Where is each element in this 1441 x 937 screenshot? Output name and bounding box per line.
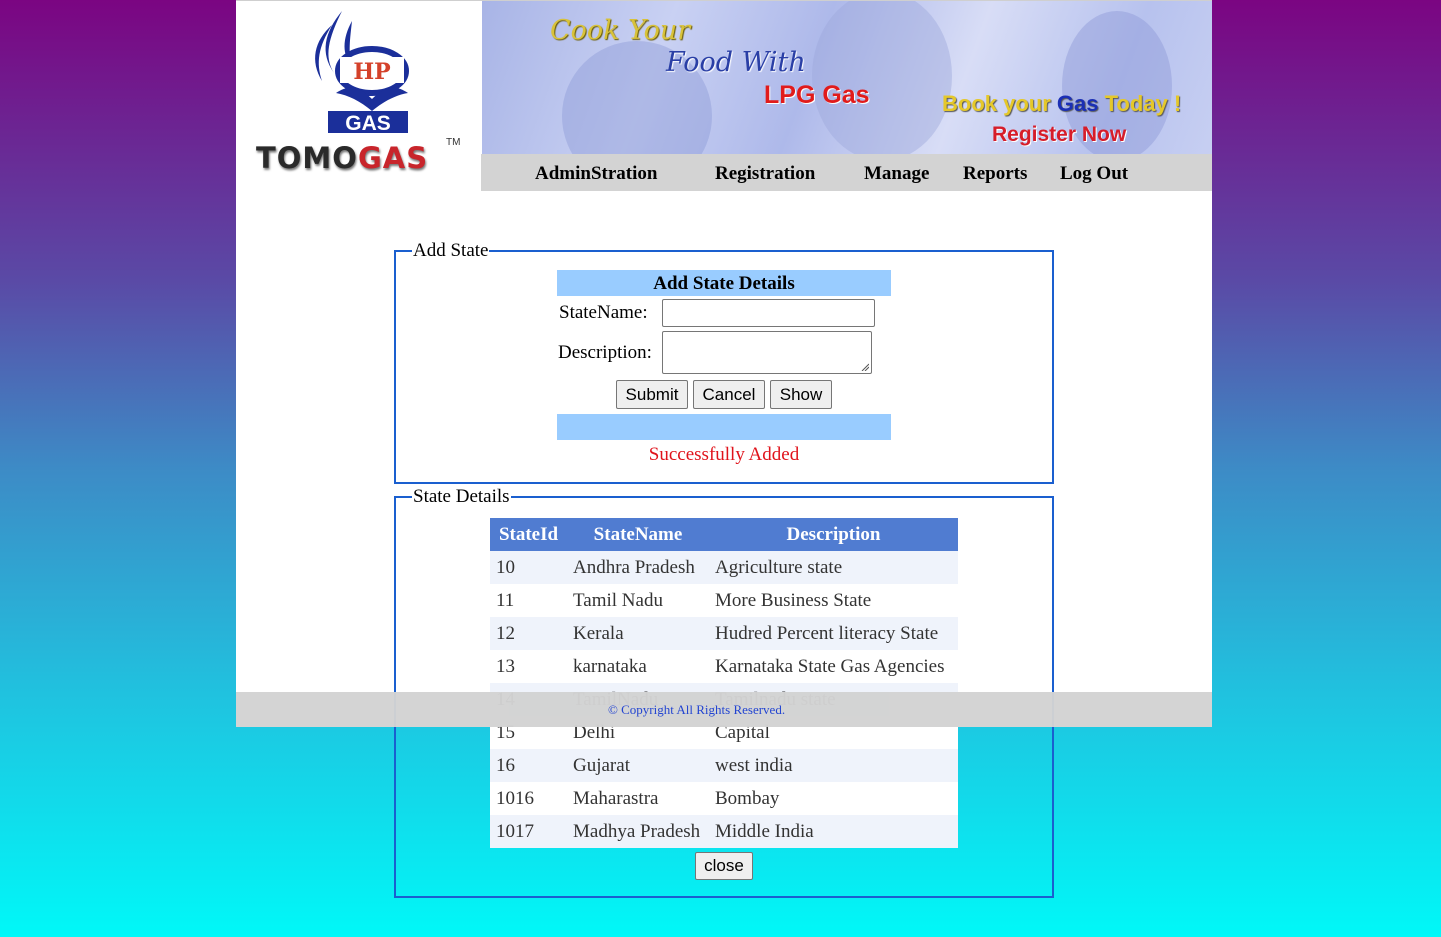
banner-register: Register Now	[992, 123, 1127, 146]
submit-button[interactable]: Submit	[616, 380, 688, 409]
cell-description: Agriculture state	[709, 551, 958, 584]
promo-banner: Cook Your Food With LPG Gas Book your Ga…	[482, 1, 1212, 154]
nav-logout[interactable]: Log Out	[1060, 163, 1128, 185]
banner-book-gas: Gas	[1056, 91, 1099, 116]
nav-manage[interactable]: Manage	[864, 163, 929, 185]
brand-name: TOMOGAS	[256, 141, 428, 175]
nav-administration[interactable]: AdminStration	[535, 163, 657, 185]
nav-reports[interactable]: Reports	[963, 163, 1027, 185]
cell-statename: Madhya Pradesh	[567, 815, 709, 848]
cell-stateid: 16	[490, 749, 567, 782]
brand-name-part1: TOMO	[256, 141, 358, 175]
page-footer: © Copyright All Rights Reserved.	[236, 692, 1212, 727]
table-header-row: StateId StateName Description	[490, 518, 958, 551]
svg-text:GAS: GAS	[345, 112, 391, 135]
description-textarea[interactable]	[662, 331, 872, 374]
banner-line2: Food With	[666, 47, 806, 78]
logo-area: HP GAS TOMOGAS TM	[236, 1, 482, 191]
trademark: TM	[446, 137, 461, 148]
cell-statename: Kerala	[567, 617, 709, 650]
close-button[interactable]: close	[695, 852, 753, 880]
column-header-stateid: StateId	[490, 518, 567, 551]
cell-statename: Gujarat	[567, 749, 709, 782]
cell-description: Middle India	[709, 815, 958, 848]
status-message: Successfully Added	[648, 444, 800, 465]
svg-text:HP: HP	[353, 59, 390, 85]
table-row: 11 Tamil Nadu More Business State	[490, 584, 958, 617]
cell-description: Bombay	[709, 782, 958, 815]
table-row: 13 karnataka Karnataka State Gas Agencies	[490, 650, 958, 683]
cell-description: Hudred Percent literacy State	[709, 617, 958, 650]
cell-stateid: 13	[490, 650, 567, 683]
statename-label: StateName:	[559, 302, 648, 323]
cell-stateid: 1016	[490, 782, 567, 815]
cancel-button[interactable]: Cancel	[693, 380, 765, 409]
cell-description: west india	[709, 749, 958, 782]
cell-description: More Business State	[709, 584, 958, 617]
add-state-header: Add State Details	[557, 270, 891, 296]
cell-stateid: 10	[490, 551, 567, 584]
table-row: 1017 Madhya Pradesh Middle India	[490, 815, 958, 848]
table-row: 10 Andhra Pradesh Agriculture state	[490, 551, 958, 584]
hp-gas-logo: HP GAS	[315, 11, 409, 135]
column-header-statename: StateName	[567, 518, 709, 551]
banner-line3: LPG Gas	[764, 81, 870, 109]
state-details-legend: State Details	[413, 486, 510, 507]
add-state-footer-bar	[557, 414, 891, 440]
cell-stateid: 12	[490, 617, 567, 650]
table-row: 16 Gujarat west india	[490, 749, 958, 782]
cell-statename: karnataka	[567, 650, 709, 683]
cell-statename: Tamil Nadu	[567, 584, 709, 617]
column-header-description: Description	[709, 518, 958, 551]
add-state-legend: Add State	[413, 240, 489, 261]
main-nav: AdminStration Registration Manage Report…	[481, 154, 1212, 191]
copyright-text: © Copyright All Rights Reserved.	[608, 702, 786, 717]
banner-book: Book your Gas Today !	[942, 91, 1181, 117]
state-table: StateId StateName Description 10 Andhra P…	[490, 518, 958, 848]
table-row: 1016 Maharastra Bombay	[490, 782, 958, 815]
nav-registration[interactable]: Registration	[715, 163, 815, 185]
description-label: Description:	[558, 342, 652, 363]
cell-stateid: 11	[490, 584, 567, 617]
banner-book-prefix: Book your	[942, 91, 1057, 116]
table-row: 12 Kerala Hudred Percent literacy State	[490, 617, 958, 650]
resize-handle-icon[interactable]	[861, 363, 869, 371]
cell-statename: Andhra Pradesh	[567, 551, 709, 584]
cell-statename: Maharastra	[567, 782, 709, 815]
cell-stateid: 1017	[490, 815, 567, 848]
banner-book-suffix: Today !	[1098, 91, 1182, 116]
show-button[interactable]: Show	[770, 380, 832, 409]
cell-description: Karnataka State Gas Agencies	[709, 650, 958, 683]
statename-input[interactable]	[662, 299, 875, 327]
banner-line1: Cook Your	[550, 15, 691, 46]
brand-name-part2: GAS	[357, 141, 429, 175]
